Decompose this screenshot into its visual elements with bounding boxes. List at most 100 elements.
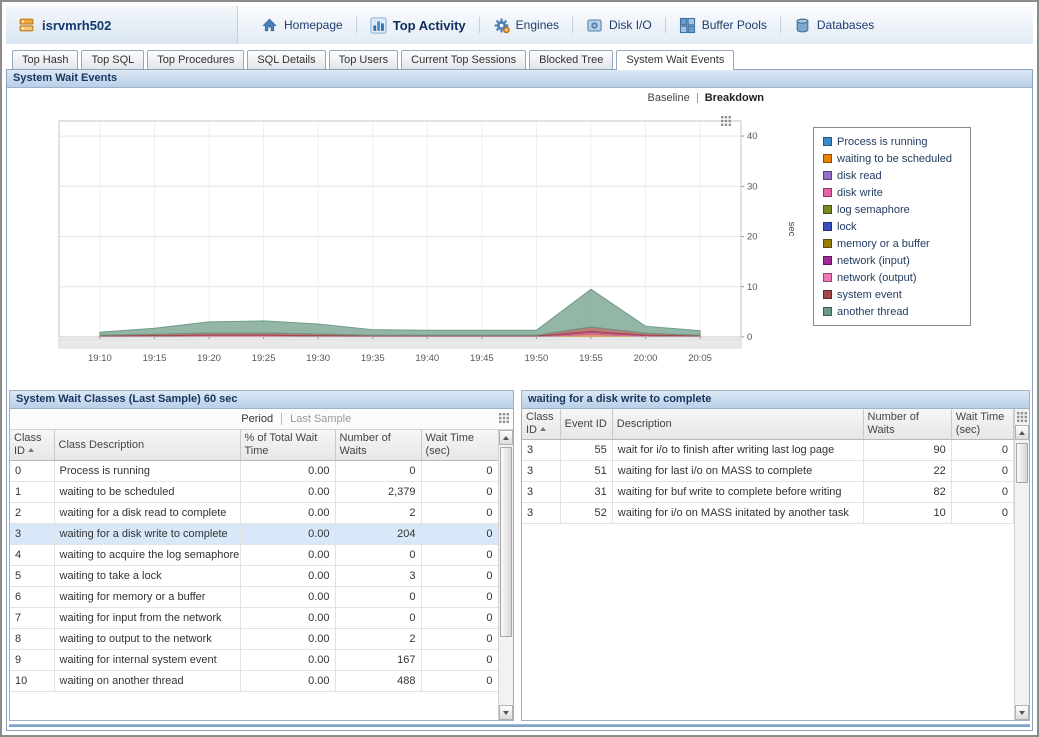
vertical-scrollbar[interactable]	[498, 430, 513, 720]
svg-text:10: 10	[747, 282, 758, 293]
column-header-class-id[interactable]: Class ID	[522, 409, 560, 440]
column-header-wait-time-sec[interactable]: Wait Time (sec)	[951, 409, 1013, 440]
tab-current-top-sessions[interactable]: Current Top Sessions	[401, 50, 526, 69]
cell: 0	[951, 503, 1013, 524]
tab-top-procedures[interactable]: Top Procedures	[147, 50, 244, 69]
cell: waiting for a disk read to complete	[54, 503, 240, 524]
legend-swatch	[823, 307, 832, 316]
column-label: Description	[617, 418, 672, 430]
column-header-class-id[interactable]: Class ID	[10, 430, 54, 461]
column-header-wait-time-sec[interactable]: Wait Time (sec)	[421, 430, 498, 461]
wait-events-detail-panel: waiting for a disk write to complete Cla…	[521, 390, 1030, 721]
column-header-event-id[interactable]: Event ID	[560, 409, 612, 440]
vertical-scrollbar[interactable]	[1014, 409, 1029, 720]
table-row[interactable]: 3waiting for a disk write to complete0.0…	[10, 524, 498, 545]
tab-top-sql[interactable]: Top SQL	[81, 50, 144, 69]
cell: 3	[522, 503, 560, 524]
nav-label: Top Activity	[393, 18, 466, 33]
legend-item: system event	[823, 286, 961, 303]
scroll-down-button[interactable]	[499, 705, 513, 720]
grid-options-icon[interactable]	[1015, 409, 1029, 425]
buffer-pools-icon	[679, 17, 696, 34]
legend-label: disk read	[837, 170, 882, 182]
scroll-thumb[interactable]	[1016, 443, 1028, 483]
table-row[interactable]: 6waiting for memory or a buffer0.0000	[10, 587, 498, 608]
cell: 10	[10, 671, 54, 692]
server-selector[interactable]: isrvmrh502	[6, 6, 238, 44]
top-nav: Homepage Top Activity Engines Disk I/O Buffe…	[238, 6, 887, 44]
cell: waiting to output to the network	[54, 629, 240, 650]
baseline-link[interactable]: Baseline	[648, 92, 690, 104]
table-row[interactable]: 4waiting to acquire the log semaphore0.0…	[10, 545, 498, 566]
table-row[interactable]: 331waiting for buf write to complete bef…	[522, 482, 1014, 503]
cell: waiting for last i/o on MASS to complete	[612, 461, 863, 482]
tab-top-hash[interactable]: Top Hash	[12, 50, 78, 69]
tab-blocked-tree[interactable]: Blocked Tree	[529, 50, 613, 69]
cell: 0.00	[240, 587, 335, 608]
period-select[interactable]: Last Sample	[290, 413, 351, 425]
table-row[interactable]: 8waiting to output to the network0.0020	[10, 629, 498, 650]
svg-text:sec: sec	[786, 222, 797, 237]
cell: 55	[560, 440, 612, 461]
column-header-number-of-waits[interactable]: Number of Waits	[863, 409, 951, 440]
svg-text:30: 30	[747, 181, 758, 192]
nav-top-activity[interactable]: Top Activity	[357, 13, 479, 38]
tab-system-wait-events[interactable]: System Wait Events	[616, 50, 734, 70]
cell: 51	[560, 461, 612, 482]
nav-buffer-pools[interactable]: Buffer Pools	[666, 13, 780, 38]
grid-options-icon[interactable]	[499, 413, 509, 426]
table-row[interactable]: 351waiting for last i/o on MASS to compl…	[522, 461, 1014, 482]
nav-label: Disk I/O	[609, 18, 652, 32]
engines-icon	[493, 17, 510, 34]
column-header-of-total-wait-time[interactable]: % of Total Wait Time	[240, 430, 335, 461]
tab-sql-details[interactable]: SQL Details	[247, 50, 325, 69]
table-row[interactable]: 5waiting to take a lock0.0030	[10, 566, 498, 587]
table-row[interactable]: 7waiting for input from the network0.000…	[10, 608, 498, 629]
wait-classes-table-zone: Class IDClass Description% of Total Wait…	[10, 430, 513, 720]
table-row[interactable]: 9waiting for internal system event0.0016…	[10, 650, 498, 671]
scroll-up-button[interactable]	[1015, 425, 1029, 440]
period-toolbar: Period Last Sample	[10, 409, 513, 430]
nav-label: Databases	[817, 18, 874, 32]
cell: 0	[10, 461, 54, 482]
nav-engines[interactable]: Engines	[480, 13, 572, 38]
column-label: Event ID	[565, 418, 607, 430]
sort-ascending-icon	[540, 427, 546, 431]
legend-swatch	[823, 222, 832, 231]
cell: 8	[10, 629, 54, 650]
cell: 0	[421, 566, 498, 587]
table-row[interactable]: 2waiting for a disk read to complete0.00…	[10, 503, 498, 524]
triangle-up-icon	[1019, 431, 1025, 435]
cell: 7	[10, 608, 54, 629]
wait-events-chart: 19:1019:1519:2019:2519:3019:3519:4019:45…	[13, 107, 797, 381]
main-content: System Wait Events Baseline Breakdown 19…	[6, 70, 1033, 731]
nav-disk-i-o[interactable]: Disk I/O	[573, 13, 665, 38]
nav-homepage[interactable]: Homepage	[248, 13, 356, 38]
legend-item: Process is running	[823, 133, 961, 150]
legend-swatch	[823, 256, 832, 265]
scroll-up-button[interactable]	[499, 430, 513, 445]
scroll-thumb[interactable]	[500, 447, 512, 637]
tab-bar: Top HashTop SQLTop ProceduresSQL Details…	[6, 48, 1033, 70]
column-header-description[interactable]: Description	[612, 409, 863, 440]
table-row[interactable]: 355wait for i/o to finish after writing …	[522, 440, 1014, 461]
column-header-number-of-waits[interactable]: Number of Waits	[335, 430, 421, 461]
triangle-down-icon	[1019, 711, 1025, 715]
databases-icon	[794, 17, 811, 34]
table-row[interactable]: 352waiting for i/o on MASS initated by a…	[522, 503, 1014, 524]
svg-text:19:30: 19:30	[306, 353, 330, 364]
table-row[interactable]: 0Process is running0.0000	[10, 461, 498, 482]
svg-text:20: 20	[747, 232, 758, 243]
chart-options-icon[interactable]	[721, 113, 731, 131]
breakdown-link[interactable]: Breakdown	[705, 92, 764, 104]
column-header-class-description[interactable]: Class Description	[54, 430, 240, 461]
scroll-down-button[interactable]	[1015, 705, 1029, 720]
tab-top-users[interactable]: Top Users	[329, 50, 399, 69]
nav-databases[interactable]: Databases	[781, 13, 887, 38]
table-row[interactable]: 10waiting on another thread0.004880	[10, 671, 498, 692]
divider	[697, 93, 698, 103]
cell: 0.00	[240, 629, 335, 650]
table-row[interactable]: 1waiting to be scheduled0.002,3790	[10, 482, 498, 503]
home-icon	[261, 17, 278, 34]
svg-text:19:20: 19:20	[197, 353, 221, 364]
